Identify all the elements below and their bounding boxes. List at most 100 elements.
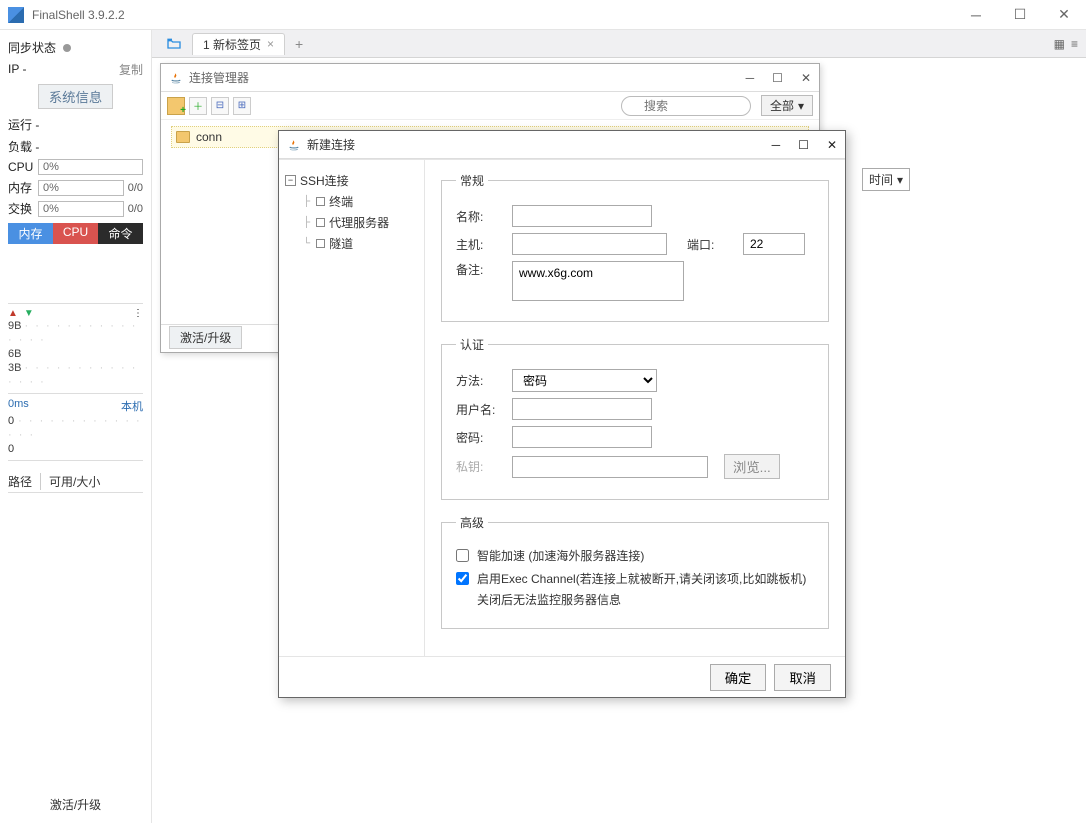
- minimize-button[interactable]: ─: [962, 5, 990, 25]
- dlg-titlebar: 新建连接 ─ ☐ ✕: [279, 131, 845, 159]
- tab-label: 1 新标签页: [203, 36, 261, 53]
- folder-open-icon[interactable]: [162, 34, 186, 54]
- new-connection-dialog: 新建连接 ─ ☐ ✕ − SSH连接 ├ 终端 ├ 代理服务器 └ 隧道: [278, 130, 846, 698]
- accel-checkbox[interactable]: [456, 549, 469, 562]
- conn-title: 连接管理器: [189, 69, 746, 86]
- system-info-button[interactable]: 系统信息: [38, 84, 113, 109]
- user-label: 用户名:: [456, 401, 502, 418]
- ok-button[interactable]: 确定: [710, 664, 767, 691]
- connection-type-tree: − SSH连接 ├ 终端 ├ 代理服务器 └ 隧道: [279, 160, 425, 656]
- leaf-icon: [316, 218, 325, 227]
- conn-titlebar: 连接管理器 ─ ☐ ✕: [161, 64, 819, 92]
- cpu-row: CPU 0%: [8, 159, 143, 175]
- copy-link[interactable]: 复制: [119, 61, 143, 78]
- cpu-value: 0%: [38, 159, 143, 175]
- browse-button[interactable]: 浏览...: [724, 454, 780, 479]
- exec-channel-checkbox[interactable]: [456, 572, 469, 585]
- collapse-icon[interactable]: ⊟: [211, 97, 229, 115]
- folder-icon: [176, 131, 190, 143]
- leaf-icon: [316, 239, 325, 248]
- net-stats: 9B · · · · · · · · · · · · · · · 6B 3B ·…: [8, 319, 143, 394]
- user-input[interactable]: [512, 398, 652, 420]
- close-button[interactable]: ✕: [1050, 5, 1078, 25]
- general-legend: 常规: [456, 172, 488, 189]
- port-label: 端口:: [687, 236, 733, 253]
- app-title: FinalShell 3.9.2.2: [32, 8, 962, 22]
- remark-input[interactable]: www.x6g.com: [512, 261, 684, 301]
- grid-view-icon[interactable]: ▦: [1054, 37, 1065, 51]
- memory-row: 内存 0% 0/0: [8, 179, 143, 196]
- new-item-icon[interactable]: ＋: [189, 97, 207, 115]
- host-input[interactable]: [512, 233, 667, 255]
- ip-row: IP - 复制: [8, 60, 143, 78]
- dlg-form: 常规 名称: 主机: 端口: 备注: www.x6g.com 认证: [425, 160, 845, 656]
- upload-arrow-icon: ▲: [8, 308, 18, 319]
- activate-upgrade-link[interactable]: 激活/升级: [8, 792, 143, 817]
- sidebar: 同步状态 IP - 复制 系统信息 运行 - 负载 - CPU 0% 内存 0%…: [0, 30, 152, 823]
- advanced-fieldset: 高级 智能加速 (加速海外服务器连接) 启用Exec Channel(若连接上就…: [441, 514, 829, 629]
- sync-dot-icon: [63, 44, 71, 52]
- collapse-toggle-icon[interactable]: −: [285, 175, 296, 186]
- chevron-down-icon: ▾: [798, 99, 804, 113]
- tab-cpu[interactable]: CPU: [53, 223, 98, 244]
- all-filter-button[interactable]: 全部 ▾: [761, 95, 813, 116]
- cancel-button[interactable]: 取消: [774, 664, 831, 691]
- advanced-legend: 高级: [456, 514, 488, 531]
- port-input[interactable]: [743, 233, 805, 255]
- mini-tabs: 内存 CPU 命令: [8, 223, 143, 244]
- exec-label: 启用Exec Channel(若连接上就被断开,请关闭该项,比如跳板机): [477, 570, 806, 587]
- tree-proxy[interactable]: ├ 代理服务器: [303, 212, 418, 233]
- new-folder-icon[interactable]: +: [167, 97, 185, 115]
- tab-memory[interactable]: 内存: [8, 223, 53, 244]
- chart-placeholder: [8, 244, 143, 304]
- tab-close-icon[interactable]: ×: [267, 37, 274, 51]
- conn-close-button[interactable]: ✕: [801, 71, 811, 85]
- password-input[interactable]: [512, 426, 652, 448]
- method-select[interactable]: 密码: [512, 369, 657, 392]
- privatekey-input[interactable]: [512, 456, 708, 478]
- app-icon: [8, 7, 24, 23]
- ping-stats: 0· · · · · · · · · · · · · · · 0: [8, 414, 143, 461]
- tab-strip: 1 新标签页 × + ▦ ≡: [152, 30, 1086, 58]
- method-label: 方法:: [456, 372, 502, 389]
- leaf-icon: [316, 197, 325, 206]
- ping-row: 0ms本机: [8, 398, 143, 414]
- swap-value: 0%: [38, 201, 124, 217]
- tree-terminal[interactable]: ├ 终端: [303, 191, 418, 212]
- run-row: 运行 -: [8, 115, 143, 133]
- main-titlebar: FinalShell 3.9.2.2 ─ ☐ ✕: [0, 0, 1086, 30]
- auth-fieldset: 认证 方法: 密码 用户名: 密码: 私钥:: [441, 336, 829, 500]
- dlg-maximize-button[interactable]: ☐: [798, 138, 809, 152]
- auth-legend: 认证: [456, 336, 488, 353]
- sync-status-row: 同步状态: [8, 38, 143, 56]
- download-arrow-icon: ▼: [24, 308, 34, 319]
- password-label: 密码:: [456, 429, 502, 446]
- tab-new-page[interactable]: 1 新标签页 ×: [192, 33, 285, 55]
- name-input[interactable]: [512, 205, 652, 227]
- privatekey-label: 私钥:: [456, 458, 502, 475]
- memory-value: 0%: [38, 180, 124, 196]
- conn-folder-label: conn: [196, 130, 222, 144]
- conn-toolbar: + ＋ ⊟ ⊞ 🔍 全部 ▾: [161, 92, 819, 120]
- expand-icon[interactable]: ⊞: [233, 97, 251, 115]
- list-view-icon[interactable]: ≡: [1071, 37, 1078, 51]
- tree-ssh-root[interactable]: − SSH连接: [285, 170, 418, 191]
- tree-tunnel[interactable]: └ 隧道: [303, 233, 418, 254]
- general-fieldset: 常规 名称: 主机: 端口: 备注: www.x6g.com: [441, 172, 829, 322]
- dlg-minimize-button[interactable]: ─: [772, 138, 781, 152]
- java-icon: [169, 71, 183, 85]
- tab-command[interactable]: 命令: [98, 223, 143, 244]
- time-dropdown[interactable]: 时间▾: [862, 168, 910, 191]
- java-icon: [287, 138, 301, 152]
- maximize-button[interactable]: ☐: [1006, 5, 1034, 25]
- conn-maximize-button[interactable]: ☐: [772, 71, 783, 85]
- path-columns: 路径 可用/大小: [8, 473, 143, 493]
- host-label: 主机:: [456, 236, 502, 253]
- activate-upgrade-button[interactable]: 激活/升级: [169, 326, 242, 349]
- new-tab-button[interactable]: +: [295, 36, 303, 52]
- remark-label: 备注:: [456, 261, 502, 278]
- net-arrows: ▲ ▼ ⋮: [8, 308, 143, 319]
- search-input[interactable]: [621, 96, 751, 116]
- conn-minimize-button[interactable]: ─: [746, 71, 755, 85]
- dlg-close-button[interactable]: ✕: [827, 138, 837, 152]
